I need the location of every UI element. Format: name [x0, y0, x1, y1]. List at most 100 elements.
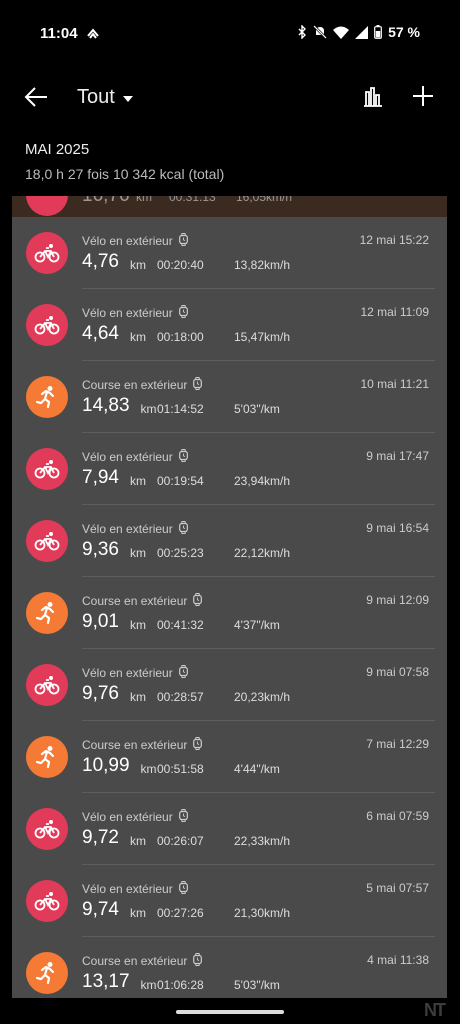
list-item[interactable]: Vélo en extérieur 9 mai 07:58 9,76 km 00:28:…	[12, 649, 447, 721]
distance-value: 13,17	[82, 971, 130, 992]
watch-icon	[178, 521, 188, 537]
duration-value: 01:06:28	[157, 978, 204, 992]
bar-chart-icon[interactable]	[362, 86, 384, 108]
distance-value: 14,83	[82, 395, 130, 416]
list-item[interactable]: Course en extérieur 9 mai 12:09 9,01 km 00:4…	[12, 577, 447, 649]
running-icon	[26, 736, 68, 778]
activity-type: Vélo en extérieur	[82, 665, 188, 681]
pace-value: 21,30km/h	[234, 906, 291, 920]
distance-unit: km	[130, 834, 146, 848]
watch-icon	[178, 809, 188, 825]
distance-value: 7,94	[82, 467, 119, 488]
list-item[interactable]: Vélo en extérieur 6 mai 07:59 9,72 km 00:26:…	[12, 793, 447, 865]
bike-icon	[26, 304, 68, 346]
bike-icon	[26, 880, 68, 922]
activity-type-label: Course en extérieur	[82, 378, 188, 392]
notification-icon	[87, 28, 99, 39]
status-bar: 11:04 57 %	[0, 0, 460, 70]
distance-unit: km	[130, 690, 146, 704]
distance-value: 9,74	[82, 899, 119, 920]
running-icon	[26, 376, 68, 418]
list-item[interactable]: Vélo en extérieur 5 mai 07:57 9,74 km 00:27:…	[12, 865, 447, 937]
arrow-left-icon[interactable]	[24, 84, 50, 110]
list-item[interactable]: Vélo en extérieur 12 mai 15:22 4,76 km 00:20…	[12, 217, 447, 289]
running-icon	[26, 592, 68, 634]
watch-icon	[193, 953, 203, 969]
activity-date: 7 mai 12:29	[366, 737, 429, 751]
pace-value: 22,33km/h	[234, 834, 291, 848]
home-indicator[interactable]	[176, 1010, 284, 1014]
top-bar: Tout	[0, 78, 460, 118]
distance-value: 4,76	[82, 251, 119, 272]
duration-value: 00:27:26	[157, 906, 204, 920]
activity-date: 9 mai 12:09	[366, 593, 429, 607]
activity-date: 9 mai 17:47	[366, 449, 429, 463]
duration-value: 00:20:40	[157, 258, 204, 272]
list-item[interactable]: Course en extérieur 4 mai 11:38 13,17 km 01:…	[12, 937, 447, 998]
pace-value: 4'44"/km	[234, 762, 280, 776]
activity-type: Vélo en extérieur	[82, 881, 188, 897]
status-time: 11:04	[40, 25, 78, 42]
activity-list[interactable]: 16,76 km 00:31:13 16,05km/h Vélo en exté…	[12, 196, 447, 998]
distance-unit: km	[130, 474, 146, 488]
watch-icon	[178, 449, 188, 465]
distance-value: 16,76	[82, 196, 130, 207]
list-item[interactable]: Vélo en extérieur 9 mai 16:54 9,36 km 00:25:…	[12, 505, 447, 577]
activity-date: 5 mai 07:57	[366, 881, 429, 895]
activity-rows: Vélo en extérieur 12 mai 15:22 4,76 km 00:20…	[12, 217, 447, 998]
running-icon	[26, 952, 68, 994]
activity-type: Vélo en extérieur	[82, 233, 188, 249]
plus-icon[interactable]	[411, 84, 435, 108]
pace-value: 5'03"/km	[234, 402, 280, 416]
bike-icon	[26, 448, 68, 490]
list-item[interactable]: Vélo en extérieur 12 mai 11:09 4,64 km 00:18…	[12, 289, 447, 361]
duration-value: 00:25:23	[157, 546, 204, 560]
duration-value: 00:19:54	[157, 474, 204, 488]
status-right: 57 %	[297, 24, 420, 40]
activity-filter-dropdown[interactable]: Tout	[77, 86, 133, 109]
watch-icon	[193, 377, 203, 393]
bluetooth-icon	[298, 25, 307, 39]
battery-icon	[374, 25, 382, 39]
activity-type-label: Vélo en extérieur	[82, 522, 173, 536]
distance-value: 9,72	[82, 827, 119, 848]
list-item[interactable]: Vélo en extérieur 9 mai 17:47 7,94 km 00:19:…	[12, 433, 447, 505]
distance-unit: km	[140, 402, 157, 416]
pace-value: 4'37"/km	[234, 618, 280, 632]
activity-date: 9 mai 16:54	[366, 521, 429, 535]
duration-value: 00:41:32	[157, 618, 204, 632]
activity-type-label: Course en extérieur	[82, 738, 188, 752]
pace-value: 13,82km/h	[234, 258, 291, 272]
duration-value: 00:28:57	[157, 690, 204, 704]
activity-type-label: Vélo en extérieur	[82, 306, 173, 320]
page-title: Tout	[77, 86, 115, 108]
pace-value: 22,12km/h	[234, 546, 291, 560]
bike-icon	[26, 520, 68, 562]
activity-date: 6 mai 07:59	[366, 809, 429, 823]
activity-type-label: Vélo en extérieur	[82, 666, 173, 680]
bike-icon	[26, 808, 68, 850]
activity-date: 10 mai 11:21	[360, 377, 430, 391]
bike-icon	[26, 664, 68, 706]
activity-type-label: Vélo en extérieur	[82, 450, 173, 464]
activity-type: Vélo en extérieur	[82, 449, 188, 465]
pace-value: 23,94km/h	[234, 474, 291, 488]
list-item-partial[interactable]: 16,76 km 00:31:13 16,05km/h	[12, 196, 447, 217]
duration-value: 00:51:58	[157, 762, 204, 776]
duration-value: 00:18:00	[157, 330, 204, 344]
list-item[interactable]: Course en extérieur 10 mai 11:21 14,83 km 01…	[12, 361, 447, 433]
duration-value: 00:31:13	[169, 196, 216, 204]
speed-value: 16,05km/h	[236, 196, 293, 204]
wifi-icon	[333, 26, 350, 39]
activity-type: Vélo en extérieur	[82, 809, 188, 825]
watch-icon	[178, 233, 188, 249]
distance-unit: km	[130, 618, 146, 632]
activity-type: Course en extérieur	[82, 737, 203, 753]
distance-unit: km	[130, 546, 146, 560]
month-summary: 18,0 h 27 fois 10 342 kcal (total)	[25, 166, 225, 182]
distance-value: 4,64	[82, 323, 119, 344]
watch-icon	[178, 881, 188, 897]
distance-unit: km	[130, 258, 146, 272]
list-item[interactable]: Course en extérieur 7 mai 12:29 10,99 km 00:…	[12, 721, 447, 793]
activity-type: Course en extérieur	[82, 953, 203, 969]
